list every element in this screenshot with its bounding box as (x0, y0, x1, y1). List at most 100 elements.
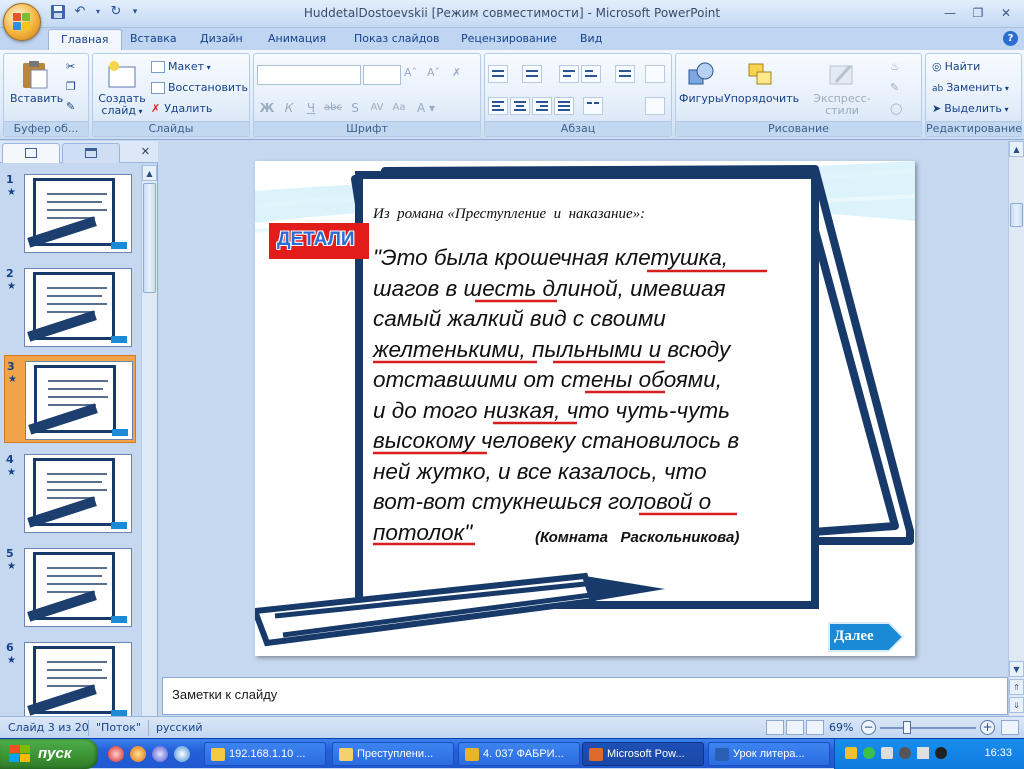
start-button[interactable]: пуск (0, 739, 98, 769)
tray-antivirus-icon[interactable] (899, 747, 911, 759)
tab-view[interactable]: Вид (580, 32, 602, 45)
slideshow-view-icon[interactable] (806, 720, 824, 735)
bullets-button[interactable] (488, 65, 508, 83)
help-icon[interactable]: ? (1003, 31, 1018, 46)
slide-thumbnail[interactable]: 5 ★ (4, 543, 136, 631)
tab-slides[interactable] (2, 143, 60, 163)
next-button[interactable]: Далее (827, 621, 905, 653)
tab-review[interactable]: Рецензирование (461, 32, 557, 45)
paste-button[interactable]: Вставить (10, 60, 63, 105)
close-icon[interactable]: ✕ (994, 4, 1018, 22)
slide-thumbnail[interactable]: 1 ★ (4, 169, 136, 257)
align-right-button[interactable] (532, 97, 552, 115)
align-left-button[interactable] (488, 97, 508, 115)
tab-design[interactable]: Дизайн (200, 32, 243, 45)
change-case-button[interactable]: Aa (389, 99, 409, 117)
select-button[interactable]: ➤ Выделить ▾ (932, 102, 1008, 115)
spacing-button[interactable]: AV (367, 99, 387, 117)
zoom-out-icon[interactable]: − (861, 720, 876, 735)
tray-volume-icon[interactable] (881, 747, 893, 759)
smartart-button[interactable] (645, 97, 665, 115)
scroll-down-icon[interactable]: ▼ (1009, 661, 1024, 677)
shrink-font-icon[interactable]: Aˇ (427, 66, 440, 79)
quicklaunch-icon[interactable] (152, 746, 168, 762)
minimize-icon[interactable]: — (938, 4, 962, 22)
numbering-button[interactable] (522, 65, 542, 83)
columns-button[interactable] (583, 97, 603, 115)
tab-outline[interactable] (62, 143, 120, 163)
notes-pane[interactable]: Заметки к слайду (162, 677, 1008, 715)
firefox-icon[interactable] (130, 746, 146, 762)
zoom-level[interactable]: 69% (829, 721, 853, 734)
clear-format-icon[interactable]: ✗ (452, 66, 461, 79)
tab-slideshow[interactable]: Показ слайдов (354, 32, 440, 45)
language-status[interactable]: русский (156, 721, 203, 734)
text-direction-button[interactable] (645, 65, 665, 83)
taskbar-item[interactable]: 4. 037 ФАБРИ... (458, 742, 580, 766)
quick-styles-button[interactable]: Экспресс-стили (800, 60, 884, 117)
slide-thumbnail[interactable]: 2 ★ (4, 263, 136, 351)
tab-home[interactable]: Главная (48, 29, 122, 51)
ie-icon[interactable] (174, 746, 190, 762)
tray-device-icon[interactable] (917, 747, 929, 759)
format-painter-icon[interactable]: ✎ (66, 100, 75, 113)
opera-icon[interactable] (108, 746, 124, 762)
zoom-slider-knob[interactable] (903, 721, 911, 734)
decrease-indent-button[interactable] (559, 65, 579, 83)
editor-scroll-thumb[interactable] (1010, 203, 1023, 227)
strikethrough-button[interactable]: abc (323, 99, 343, 117)
tab-animation[interactable]: Анимация (268, 32, 326, 45)
tab-insert[interactable]: Вставка (130, 32, 177, 45)
new-slide-button[interactable]: Создать слайд ▾ (97, 60, 147, 118)
underline-button[interactable]: Ч (301, 99, 321, 117)
increase-indent-button[interactable] (581, 65, 601, 83)
replace-button[interactable]: ab Заменить ▾ (932, 81, 1009, 94)
taskbar-item[interactable]: Урок литера... (708, 742, 830, 766)
shapes-button[interactable]: Фигуры (679, 60, 724, 105)
font-family-select[interactable] (257, 65, 361, 85)
shape-fill-icon[interactable]: ♨ (890, 60, 900, 73)
normal-view-icon[interactable] (766, 720, 784, 735)
italic-button[interactable]: К (279, 99, 299, 117)
zoom-in-icon[interactable]: + (980, 720, 995, 735)
grow-font-icon[interactable]: Aˆ (404, 66, 417, 79)
taskbar-item[interactable]: Microsoft Pow... (582, 742, 704, 766)
shadow-button[interactable]: S (345, 99, 365, 117)
tray-monitor-icon[interactable] (845, 747, 857, 759)
cut-icon[interactable]: ✂ (66, 60, 75, 73)
font-size-select[interactable] (363, 65, 401, 85)
copy-icon[interactable]: ❐ (66, 80, 76, 93)
editor-scrollbar[interactable]: ▲ ▼ ⇑ ⇓ (1008, 141, 1024, 716)
taskbar-item[interactable]: 192.168.1.10 ... (204, 742, 326, 766)
thumbnails-scrollbar[interactable]: ▲ (141, 165, 157, 716)
next-slide-icon[interactable]: ⇓ (1009, 697, 1024, 713)
scrollbar-thumb[interactable] (143, 183, 156, 293)
taskbar-item[interactable]: Преступлени... (332, 742, 454, 766)
zoom-slider[interactable] (880, 727, 976, 729)
scroll-up-icon[interactable]: ▲ (142, 165, 157, 181)
close-pane-icon[interactable]: ✕ (141, 145, 150, 158)
align-center-button[interactable] (510, 97, 530, 115)
previous-slide-icon[interactable]: ⇑ (1009, 679, 1024, 695)
office-button[interactable] (3, 3, 41, 41)
reset-button[interactable]: Восстановить (151, 81, 248, 94)
justify-button[interactable] (554, 97, 574, 115)
tray-network-icon[interactable] (863, 747, 875, 759)
slide-thumbnail[interactable]: 6 ★ (4, 637, 136, 725)
scroll-up-icon[interactable]: ▲ (1009, 141, 1024, 157)
bold-button[interactable]: Ж (257, 99, 277, 117)
line-spacing-button[interactable] (615, 65, 635, 83)
tray-bug-icon[interactable] (935, 747, 947, 759)
slide-thumbnail[interactable]: 4 ★ (4, 449, 136, 537)
slide-thumbnail[interactable]: 3 ★ (4, 355, 136, 443)
delete-slide-button[interactable]: ✗ Удалить (151, 102, 212, 115)
shape-outline-icon[interactable]: ✎ (890, 81, 899, 94)
sorter-view-icon[interactable] (786, 720, 804, 735)
current-slide[interactable]: ДЕТАЛИ Из романа «Преступление и наказан… (255, 161, 915, 656)
shape-effects-icon[interactable]: ◯ (890, 102, 902, 115)
arrange-button[interactable]: Упорядочить (724, 60, 799, 105)
maximize-icon[interactable]: ❐ (966, 4, 990, 22)
fit-slide-icon[interactable] (1001, 720, 1019, 735)
find-button[interactable]: ◎ Найти (932, 60, 980, 73)
layout-button[interactable]: Макет ▾ (151, 60, 211, 73)
